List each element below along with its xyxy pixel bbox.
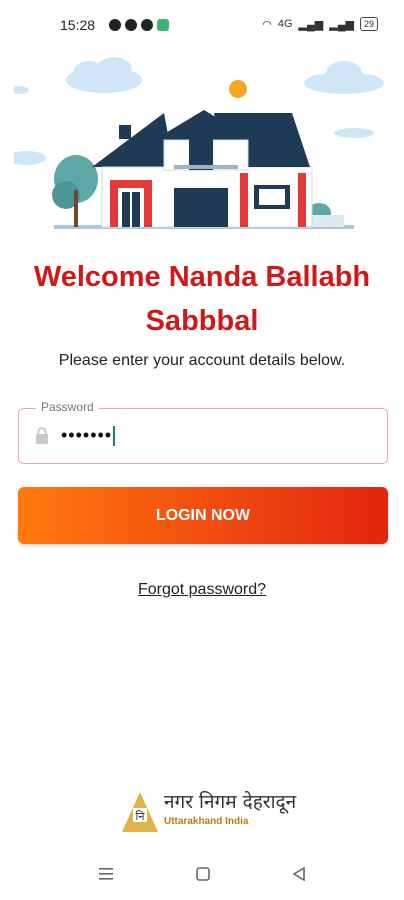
app-icon — [157, 19, 169, 31]
signal-icon: ▂▄▆ — [298, 18, 324, 31]
battery-icon: 29 — [359, 17, 378, 31]
password-input[interactable]: ••••••• — [61, 425, 116, 447]
lock-icon — [36, 427, 48, 444]
org-subtitle: Uttarakhand India — [164, 816, 249, 827]
menu-icon[interactable] — [98, 866, 114, 882]
signal-icon: ▂▄▆ — [329, 18, 354, 31]
emblem-icon: नि — [122, 792, 158, 832]
svg-text:नि: नि — [136, 810, 146, 823]
house-illustration — [14, 57, 384, 229]
system-icons: ◠ 4G ▂▄▆ ▂▄▆ 29 — [262, 17, 378, 31]
password-label: Password — [36, 400, 99, 414]
status-bar: 15:28 ◠ 4G ▂▄▆ ▂▄▆ 29 — [0, 0, 404, 52]
login-button[interactable]: LOGIN NOW — [18, 487, 388, 544]
password-value: ••••••• — [61, 425, 113, 445]
home-icon[interactable] — [195, 866, 211, 882]
org-name: नगर निगम देहरादून — [164, 791, 297, 813]
back-icon[interactable] — [291, 866, 307, 882]
wifi-icon: ◠ — [262, 18, 272, 31]
status-time: 15:28 — [60, 17, 96, 33]
text-cursor — [113, 426, 116, 447]
instruction-text: Please enter your account details below. — [58, 352, 346, 369]
notification-icons — [109, 19, 169, 31]
notification-icon — [125, 19, 137, 31]
notification-icon — [141, 19, 153, 31]
welcome-title: Welcome Nanda Ballabh Sabbbal — [33, 261, 371, 337]
org-logo: नि नगर निगम देहरादून Uttarakhand India — [120, 788, 300, 838]
notification-icon — [109, 19, 121, 31]
forgot-password-link[interactable]: Forgot password? — [0, 581, 404, 599]
password-field[interactable]: Password ••••••• — [18, 400, 388, 464]
network-label: 4G — [277, 18, 293, 30]
system-nav-bar — [0, 852, 404, 900]
